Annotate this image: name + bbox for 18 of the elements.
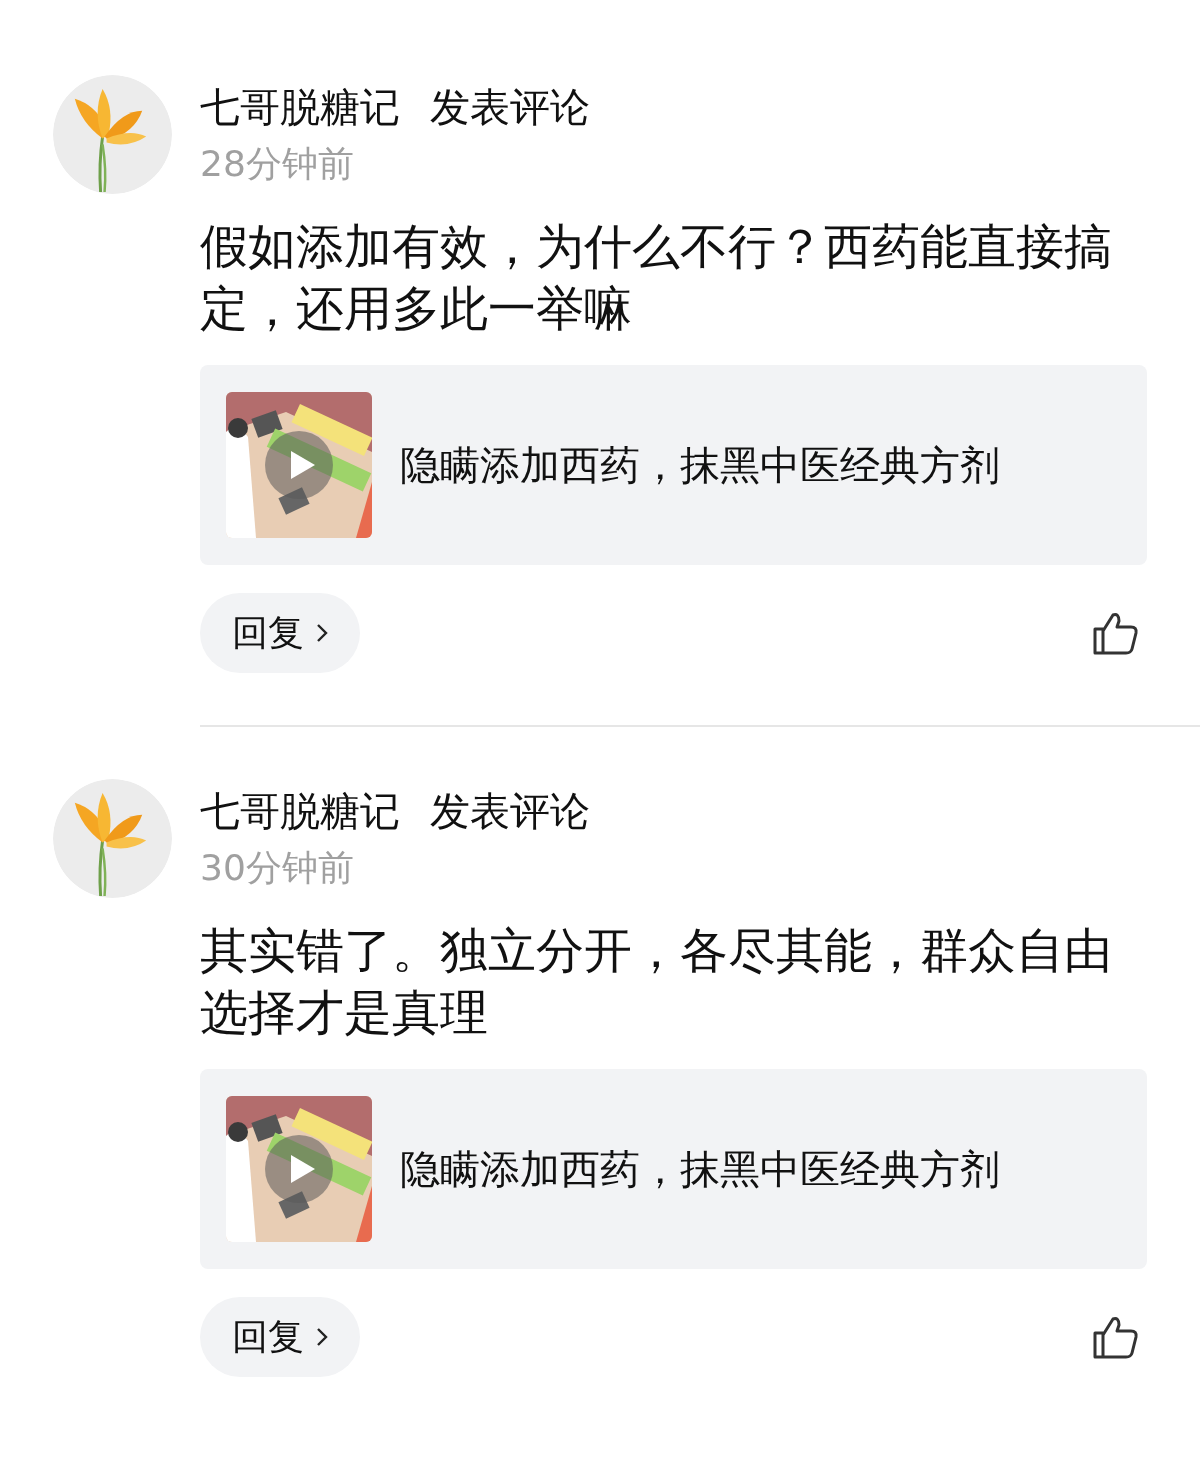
attachment-card[interactable]: 隐瞒添加西药，抹黑中医经典方剂: [200, 365, 1147, 565]
action-label: 发表评论: [430, 83, 590, 132]
attachment-title: 隐瞒添加西药，抹黑中医经典方剂: [400, 1144, 1000, 1194]
chevron-icon: [316, 1326, 328, 1348]
reply-button[interactable]: 回复: [200, 1297, 360, 1377]
action-label: 发表评论: [430, 787, 590, 836]
play-icon[interactable]: [265, 1135, 333, 1203]
timestamp: 30分钟前: [200, 846, 355, 890]
author-name[interactable]: 七哥脱糖记: [200, 783, 400, 839]
attachment-card[interactable]: 隐瞒添加西药，抹黑中医经典方剂: [200, 1069, 1147, 1269]
timestamp: 28分钟前: [200, 142, 355, 186]
reply-button[interactable]: 回复: [200, 593, 360, 673]
author-name[interactable]: 七哥脱糖记: [200, 79, 400, 135]
play-icon[interactable]: [265, 431, 333, 499]
comment-text: 假如添加有效，为什么不行？西药能直接搞定，还用多此一举嘛: [200, 217, 1113, 338]
attachment-title: 隐瞒添加西药，抹黑中医经典方剂: [400, 440, 1000, 490]
chevron-icon: [316, 622, 328, 644]
comment-text: 其实错了。独立分开，各尽其能，群众自由选择才是真理: [200, 921, 1113, 1042]
